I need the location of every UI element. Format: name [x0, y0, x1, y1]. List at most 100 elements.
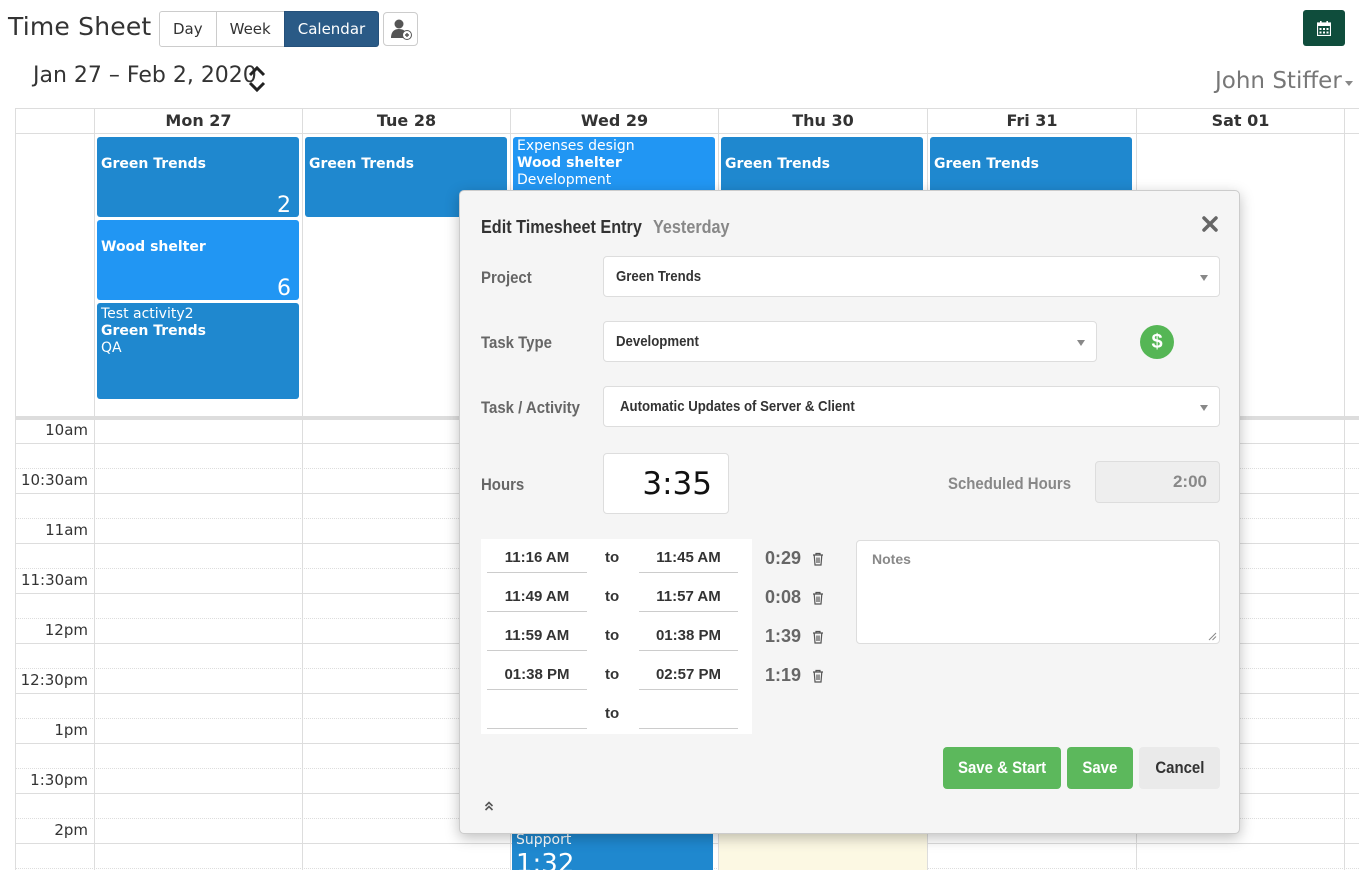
project-value: Green Trends: [616, 268, 702, 285]
start-time-input[interactable]: 11:16 AM: [487, 541, 587, 573]
task-activity-label: Task / Activity: [481, 398, 580, 417]
event-title: Green Trends: [934, 156, 1039, 172]
time-label: 10:30am: [20, 471, 88, 489]
time-range-row-empty: to: [481, 697, 752, 733]
end-time-input[interactable]: [639, 697, 738, 729]
to-label: to: [605, 627, 620, 644]
billable-toggle[interactable]: $: [1140, 325, 1174, 359]
trash-icon[interactable]: [812, 669, 824, 683]
view-switcher: Day Week Calendar: [159, 11, 380, 47]
range-duration: 0:29: [765, 548, 802, 568]
task-type-select[interactable]: Development: [603, 321, 1097, 362]
save-button[interactable]: Save: [1067, 747, 1133, 789]
view-day-button[interactable]: Day: [159, 11, 217, 47]
event-title: Green Trends: [725, 156, 830, 172]
chevrons-up-icon[interactable]: [484, 800, 494, 812]
scheduled-hours-field: 2:00: [1095, 461, 1220, 503]
add-user-button[interactable]: [383, 12, 418, 46]
hours-label: Hours: [481, 475, 525, 494]
calendar-picker-button[interactable]: [1303, 10, 1345, 46]
chevron-down-icon[interactable]: [1345, 81, 1353, 86]
notes-placeholder: Notes: [872, 551, 911, 567]
task-activity-select[interactable]: Automatic Updates of Server & Client: [603, 386, 1220, 427]
end-time-input[interactable]: 11:57 AM: [639, 580, 738, 612]
end-time-input[interactable]: 02:57 PM: [639, 658, 738, 690]
trash-icon[interactable]: [812, 630, 824, 644]
event-thu-green-trends[interactable]: Green Trends: [721, 137, 923, 197]
user-selector[interactable]: John Stiffer: [1215, 68, 1342, 94]
hours-input[interactable]: 3:35: [603, 453, 729, 514]
end-time-input[interactable]: 01:38 PM: [639, 619, 738, 651]
trash-icon[interactable]: [812, 591, 824, 605]
user-plus-icon: [390, 19, 412, 40]
chevron-down-icon: [1200, 275, 1208, 281]
event-task-type: QA: [101, 340, 122, 356]
day-header-fri: Fri 31: [1006, 111, 1058, 130]
event-mon-wood-shelter[interactable]: Wood shelter 6: [97, 220, 299, 300]
day-header-mon: Mon 27: [165, 111, 232, 130]
day-header-thu: Thu 30: [792, 111, 854, 130]
event-wed-wood-shelter[interactable]: Expenses design Wood shelter Development: [513, 137, 715, 197]
chevron-up-down-icon[interactable]: [247, 64, 267, 94]
range-duration: 1:19: [765, 665, 802, 685]
resize-handle-icon[interactable]: [1208, 632, 1217, 641]
event-count: 2: [277, 193, 291, 217]
event-title: Green Trends: [309, 156, 414, 172]
cancel-button[interactable]: Cancel: [1139, 747, 1220, 789]
to-label: to: [605, 705, 620, 722]
task-activity-value: Automatic Updates of Server & Client: [620, 398, 855, 415]
start-time-input[interactable]: 11:59 AM: [487, 619, 587, 651]
time-label: 12:30pm: [20, 671, 88, 689]
to-label: to: [605, 666, 620, 683]
chevron-down-icon: [1077, 340, 1085, 346]
event-fri-green-trends[interactable]: Green Trends: [930, 137, 1132, 197]
today-highlight: [719, 829, 927, 870]
close-icon[interactable]: [1201, 215, 1219, 233]
start-time-input[interactable]: 01:38 PM: [487, 658, 587, 690]
event-mon-green-trends[interactable]: Green Trends 2: [97, 137, 299, 217]
event-title: Green Trends: [101, 156, 206, 172]
time-label: 11am: [45, 521, 88, 539]
time-label: 1:30pm: [30, 771, 88, 789]
event-activity: Test activity2: [101, 306, 194, 322]
chevron-down-icon: [1200, 405, 1208, 411]
time-range-row: 11:16 AM to 11:45 AM: [481, 541, 752, 577]
date-range: Jan 27 – Feb 2, 2020: [33, 63, 257, 88]
view-calendar-button[interactable]: Calendar: [283, 11, 380, 47]
cancel-label: Cancel: [1154, 758, 1205, 777]
event-task-type: Development: [517, 172, 612, 188]
time-label: 10am: [45, 421, 88, 439]
time-label: 12pm: [44, 621, 88, 639]
start-time-input[interactable]: [487, 697, 587, 729]
task-type-label: Task Type: [481, 333, 552, 352]
event-title: Wood shelter: [101, 239, 206, 255]
scheduled-hours-label: Scheduled Hours: [948, 474, 1072, 493]
end-time-input[interactable]: 11:45 AM: [639, 541, 738, 573]
time-range-row: 01:38 PM to 02:57 PM: [481, 658, 752, 694]
save-and-start-button[interactable]: Save & Start: [943, 747, 1061, 789]
edit-timesheet-modal: Edit Timesheet Entry Yesterday Project G…: [459, 190, 1240, 834]
event-duration: 1:32: [516, 849, 575, 870]
notes-textarea[interactable]: Notes: [856, 540, 1220, 644]
trash-icon[interactable]: [812, 552, 824, 566]
view-week-button[interactable]: Week: [215, 11, 285, 47]
modal-title: Edit Timesheet Entry: [481, 217, 642, 237]
time-label: 1pm: [54, 721, 88, 739]
day-header-wed: Wed 29: [580, 111, 649, 130]
event-mon-test-activity[interactable]: Test activity2 Green Trends QA: [97, 303, 299, 399]
event-title: Green Trends: [101, 323, 206, 339]
event-activity: Support: [516, 832, 572, 848]
event-wed-support[interactable]: Support 1:32: [512, 829, 713, 870]
day-header-tue: Tue 28: [376, 111, 437, 130]
task-type-value: Development: [616, 333, 699, 350]
dollar-icon: $: [1151, 330, 1163, 353]
to-label: to: [605, 588, 620, 605]
time-range-row: 11:49 AM to 11:57 AM: [481, 580, 752, 616]
range-duration: 1:39: [765, 626, 802, 646]
project-select[interactable]: Green Trends: [603, 256, 1220, 297]
time-label: 2pm: [54, 821, 88, 839]
event-count: 6: [277, 276, 291, 300]
event-activity: Expenses design: [517, 138, 635, 154]
start-time-input[interactable]: 11:49 AM: [487, 580, 587, 612]
to-label: to: [605, 549, 620, 566]
